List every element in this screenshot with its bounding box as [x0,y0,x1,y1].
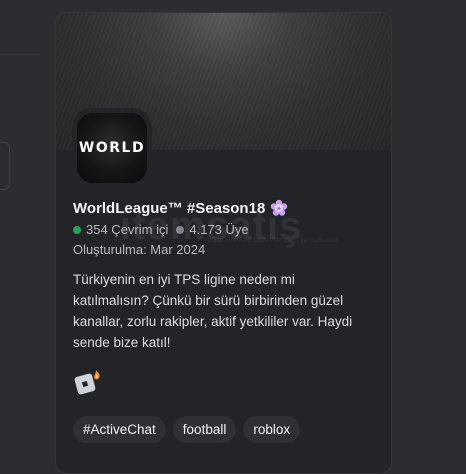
online-dot-icon [73,225,81,234]
member-count: 4.173 Üye [189,222,249,237]
side-panel-edge [0,142,10,190]
server-stats: 354 Çevrim içi 4.173 Üye [73,222,257,237]
server-icon-frame: WORLD [72,108,152,188]
server-description: Türkiyenin en iyi TPS ligine neden mi ka… [73,272,353,350]
tag-list: #ActiveChat football roblox [73,416,301,443]
online-stat: 354 Çevrim içi [73,222,168,237]
online-count: 354 Çevrim içi [86,222,169,237]
roblox-game-icon[interactable] [74,369,104,395]
flower-badge-icon [270,199,288,217]
server-card[interactable]: WORLD WorldLeague™ #Season18 354 Çevrim … [55,12,392,474]
established-date: Oluşturulma: Mar 2024 [73,242,206,257]
members-stat: 4.173 Üye [176,222,249,237]
tag-activechat[interactable]: #ActiveChat [73,416,166,443]
tag-football[interactable]: football [172,416,237,443]
server-name-row: WorldLeague™ #Season18 [73,199,288,217]
divider [0,54,40,55]
members-dot-icon [176,225,185,234]
server-icon-text: WORLD [78,140,146,156]
tag-roblox[interactable]: roblox [243,416,301,443]
server-icon[interactable]: WORLD [77,113,147,183]
server-name: WorldLeague™ #Season18 [73,199,266,217]
